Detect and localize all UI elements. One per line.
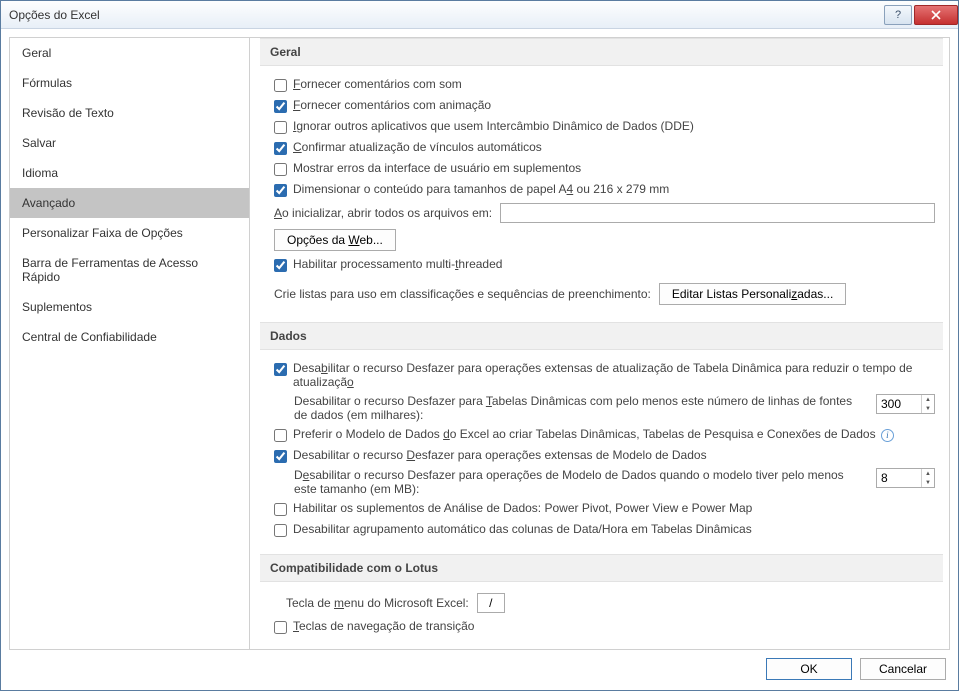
opt-addinerr: Mostrar erros da interface de usuário em… bbox=[260, 158, 943, 179]
titlebar: Opções do Excel ? bbox=[1, 1, 958, 29]
sidebar-item-revisao[interactable]: Revisão de Texto bbox=[10, 98, 249, 128]
opt-transition-nav: Teclas de navegação de transição bbox=[260, 616, 943, 637]
label-data-analysis-addins: Habilitar os suplementos de Análise de D… bbox=[293, 501, 935, 515]
opt-prefer-model: Preferir o Modelo de Dados do Excel ao c… bbox=[260, 424, 943, 445]
checkbox-disable-date-group[interactable] bbox=[274, 524, 287, 537]
input-pivot-rows[interactable] bbox=[877, 395, 921, 413]
row-startup-path: Ao inicializar, abrir todos os arquivos … bbox=[260, 200, 943, 226]
help-button[interactable]: ? bbox=[884, 5, 912, 25]
spinner-buttons: ▲ ▼ bbox=[921, 469, 934, 487]
label-disable-date-group: Desabilitar agrupamento automático das c… bbox=[293, 522, 935, 536]
cancel-button[interactable]: Cancelar bbox=[860, 658, 946, 680]
checkbox-undo-model[interactable] bbox=[274, 450, 287, 463]
label-prefer-model: Preferir o Modelo de Dados do Excel ao c… bbox=[293, 427, 935, 442]
sidebar-item-faixa[interactable]: Personalizar Faixa de Opções bbox=[10, 218, 249, 248]
sidebar-item-central[interactable]: Central de Confiabilidade bbox=[10, 322, 249, 352]
sidebar-item-geral[interactable]: Geral bbox=[10, 38, 249, 68]
opt-undo-pivot-refresh: Desabilitar o recurso Desfazer para oper… bbox=[260, 358, 943, 392]
main-pane: Geral Fornecer comentários com som Forne… bbox=[250, 38, 949, 649]
label-links: Confirmar atualização de vínculos automá… bbox=[293, 140, 935, 154]
dialog-footer: OK Cancelar bbox=[9, 650, 950, 682]
opt-dde: Ignorar outros aplicativos que usem Inte… bbox=[260, 116, 943, 137]
opt-sound: Fornecer comentários com som bbox=[260, 74, 943, 95]
spinner-down-icon[interactable]: ▼ bbox=[922, 478, 934, 487]
checkbox-data-analysis-addins[interactable] bbox=[274, 503, 287, 516]
opt-undo-model: Desabilitar o recurso Desfazer para oper… bbox=[260, 445, 943, 466]
label-undo-pivot-refresh: Desabilitar o recurso Desfazer para oper… bbox=[293, 361, 935, 389]
label-addinerr: Mostrar erros da interface de usuário em… bbox=[293, 161, 935, 175]
category-sidebar: Geral Fórmulas Revisão de Texto Salvar I… bbox=[10, 38, 250, 649]
section-dados-header: Dados bbox=[260, 322, 943, 350]
excel-options-window: Opções do Excel ? Geral Fórmulas Revisão… bbox=[0, 0, 959, 691]
opt-disable-date-group: Desabilitar agrupamento automático das c… bbox=[260, 519, 943, 540]
label-transition-nav: Teclas de navegação de transição bbox=[293, 619, 935, 633]
label-multithread: Habilitar processamento multi-threaded bbox=[293, 257, 935, 271]
close-icon bbox=[931, 10, 941, 20]
label-sound: Fornecer comentários com som bbox=[293, 77, 935, 91]
label-model-size: Desabilitar o recurso Desfazer para oper… bbox=[294, 468, 864, 496]
sidebar-item-barra[interactable]: Barra de Ferramentas de Acesso Rápido bbox=[10, 248, 249, 292]
checkbox-addinerr[interactable] bbox=[274, 163, 287, 176]
spinner-model-size[interactable]: ▲ ▼ bbox=[876, 468, 935, 488]
opt-a4: Dimensionar o conteúdo para tamanhos de … bbox=[260, 179, 943, 200]
label-custom-lists: Crie listas para uso em classificações e… bbox=[274, 287, 651, 301]
sidebar-item-formulas[interactable]: Fórmulas bbox=[10, 68, 249, 98]
input-model-size[interactable] bbox=[877, 469, 921, 487]
opt-links: Confirmar atualização de vínculos automá… bbox=[260, 137, 943, 158]
sidebar-item-avancado[interactable]: Avançado bbox=[10, 188, 249, 218]
opt-animation: Fornecer comentários com animação bbox=[260, 95, 943, 116]
spinner-up-icon[interactable]: ▲ bbox=[922, 469, 934, 478]
spinner-down-icon[interactable]: ▼ bbox=[922, 404, 934, 413]
checkbox-sound[interactable] bbox=[274, 79, 287, 92]
checkbox-undo-pivot-refresh[interactable] bbox=[274, 363, 287, 376]
row-pivot-rows: Desabilitar o recurso Desfazer para Tabe… bbox=[260, 392, 943, 424]
info-icon[interactable]: i bbox=[881, 429, 894, 442]
spinner-buttons: ▲ ▼ bbox=[921, 395, 934, 413]
close-button[interactable] bbox=[914, 5, 958, 25]
label-startup: Ao inicializar, abrir todos os arquivos … bbox=[274, 206, 492, 220]
input-startup-path[interactable] bbox=[500, 203, 935, 223]
checkbox-prefer-model[interactable] bbox=[274, 429, 287, 442]
checkbox-transition-nav[interactable] bbox=[274, 621, 287, 634]
checkbox-animation[interactable] bbox=[274, 100, 287, 113]
row-web-options: Opções da Web... bbox=[260, 226, 943, 254]
input-menu-key[interactable] bbox=[477, 593, 505, 613]
sidebar-item-suplementos[interactable]: Suplementos bbox=[10, 292, 249, 322]
opt-multithread: Habilitar processamento multi-threaded bbox=[260, 254, 943, 275]
web-options-button[interactable]: Opções da Web... bbox=[274, 229, 396, 251]
options-scroll[interactable]: Geral Fornecer comentários com som Forne… bbox=[250, 38, 949, 649]
label-animation: Fornecer comentários com animação bbox=[293, 98, 935, 112]
checkbox-a4[interactable] bbox=[274, 184, 287, 197]
section-lotus-header: Compatibilidade com o Lotus bbox=[260, 554, 943, 582]
checkbox-links[interactable] bbox=[274, 142, 287, 155]
content-row: Geral Fórmulas Revisão de Texto Salvar I… bbox=[9, 37, 950, 650]
label-a4: Dimensionar o conteúdo para tamanhos de … bbox=[293, 182, 935, 196]
sidebar-item-idioma[interactable]: Idioma bbox=[10, 158, 249, 188]
label-pivot-rows: Desabilitar o recurso Desfazer para Tabe… bbox=[294, 394, 864, 422]
label-dde: Ignorar outros aplicativos que usem Inte… bbox=[293, 119, 935, 133]
spinner-up-icon[interactable]: ▲ bbox=[922, 395, 934, 404]
checkbox-dde[interactable] bbox=[274, 121, 287, 134]
label-menu-key: Tecla de menu do Microsoft Excel: bbox=[286, 596, 469, 610]
dialog-body: Geral Fórmulas Revisão de Texto Salvar I… bbox=[1, 29, 958, 690]
window-title: Opções do Excel bbox=[9, 8, 882, 22]
edit-custom-lists-button[interactable]: Editar Listas Personalizadas... bbox=[659, 283, 846, 305]
row-menu-key: Tecla de menu do Microsoft Excel: bbox=[260, 590, 943, 616]
section-geral-header: Geral bbox=[260, 38, 943, 66]
row-model-size: Desabilitar o recurso Desfazer para oper… bbox=[260, 466, 943, 498]
ok-button[interactable]: OK bbox=[766, 658, 852, 680]
label-undo-model: Desabilitar o recurso Desfazer para oper… bbox=[293, 448, 935, 462]
sidebar-item-salvar[interactable]: Salvar bbox=[10, 128, 249, 158]
row-custom-lists: Crie listas para uso em classificações e… bbox=[260, 275, 943, 308]
window-buttons: ? bbox=[882, 5, 958, 25]
checkbox-multithread[interactable] bbox=[274, 259, 287, 272]
opt-data-analysis-addins: Habilitar os suplementos de Análise de D… bbox=[260, 498, 943, 519]
spinner-pivot-rows[interactable]: ▲ ▼ bbox=[876, 394, 935, 414]
